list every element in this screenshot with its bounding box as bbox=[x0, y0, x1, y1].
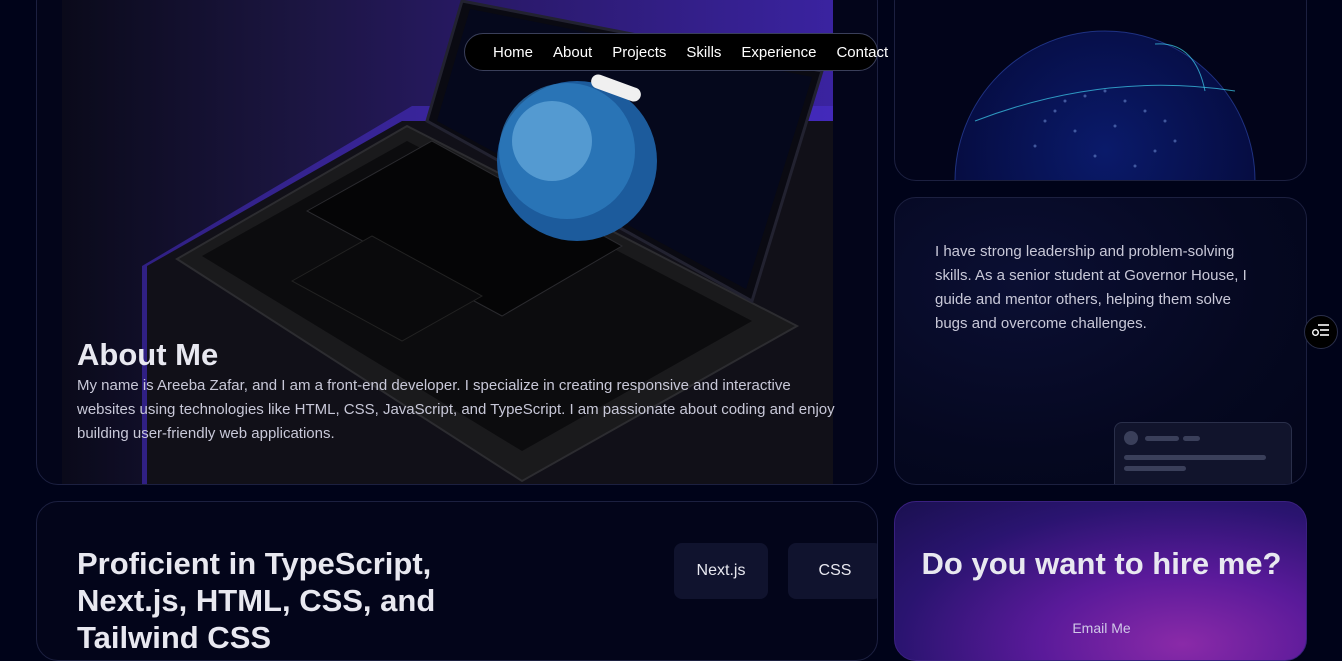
tech-card: Proficient in TypeScript, Next.js, HTML,… bbox=[36, 501, 878, 661]
mock-avatar bbox=[1124, 431, 1138, 445]
leadership-card: I have strong leadership and problem-sol… bbox=[894, 197, 1307, 485]
nav-projects[interactable]: Projects bbox=[612, 44, 666, 61]
about-title: About Me bbox=[77, 337, 219, 372]
hire-title: Do you want to hire me? bbox=[921, 546, 1282, 581]
nav-skills[interactable]: Skills bbox=[686, 44, 721, 61]
nav-contact[interactable]: Contact bbox=[836, 44, 888, 61]
mock-bar bbox=[1183, 436, 1200, 441]
globe-card bbox=[894, 0, 1307, 181]
chip-nextjs: Next.js bbox=[674, 543, 768, 599]
email-me-link[interactable]: Email Me bbox=[895, 620, 1306, 636]
nav-about[interactable]: About bbox=[553, 44, 592, 61]
mock-ui-widget bbox=[1114, 422, 1292, 484]
mock-bar bbox=[1124, 455, 1266, 460]
settings-toggle-button[interactable] bbox=[1304, 315, 1338, 349]
about-card: About Me My name is Areeba Zafar, and I … bbox=[36, 0, 878, 485]
hire-card: Do you want to hire me? Email Me bbox=[894, 501, 1307, 661]
navbar: Home About Projects Skills Experience Co… bbox=[464, 33, 888, 71]
nav-experience[interactable]: Experience bbox=[741, 44, 816, 61]
mock-bar bbox=[1124, 466, 1186, 471]
chip-css: CSS bbox=[788, 543, 877, 599]
globe-icon bbox=[954, 30, 1256, 180]
leadership-text: I have strong leadership and problem-sol… bbox=[935, 243, 1247, 332]
tech-title: Proficient in TypeScript, Next.js, HTML,… bbox=[77, 546, 436, 655]
mock-bar bbox=[1145, 436, 1179, 441]
settings-toggle-icon bbox=[1312, 323, 1330, 342]
about-description: My name is Areeba Zafar, and I am a fron… bbox=[77, 377, 835, 442]
nav-home[interactable]: Home bbox=[493, 44, 533, 61]
